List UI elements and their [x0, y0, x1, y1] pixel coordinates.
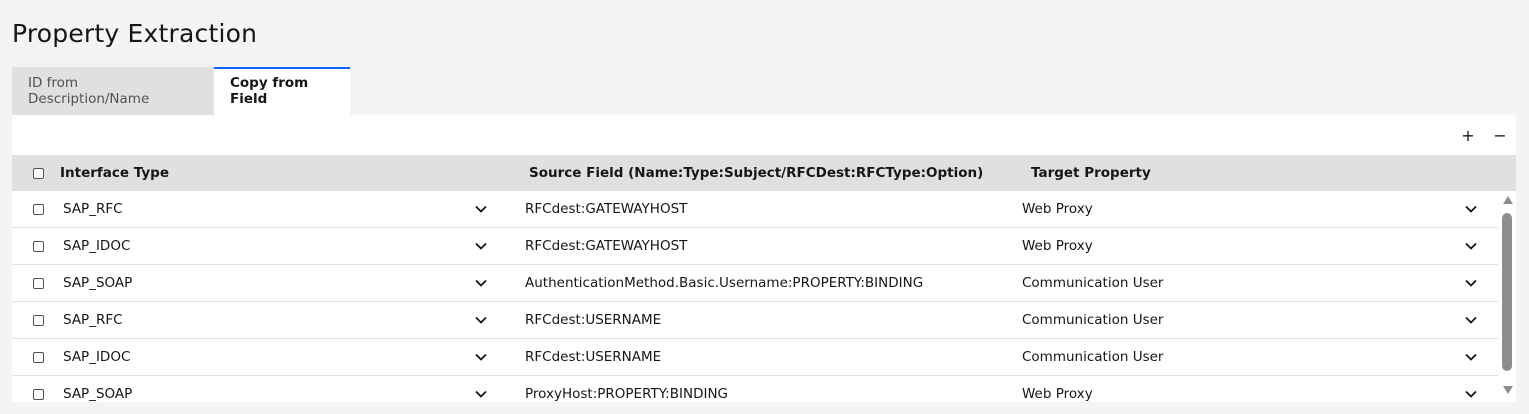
- source-field-input[interactable]: RFCdest:USERNAME: [525, 339, 661, 375]
- row-select-cell: [33, 265, 44, 301]
- row-select-cell: [33, 339, 44, 375]
- row-checkbox[interactable]: [33, 388, 44, 400]
- row-checkbox[interactable]: [33, 203, 44, 215]
- interface-type-value: SAP_IDOC: [63, 238, 131, 254]
- target-property-dropdown[interactable]: [1463, 265, 1479, 301]
- source-field-input[interactable]: RFCdest:USERNAME: [525, 302, 661, 338]
- chevron-down-icon: [473, 349, 489, 365]
- row-select-cell: [33, 191, 44, 227]
- caret-down-icon[interactable]: [1502, 385, 1514, 395]
- row-checkbox[interactable]: [33, 314, 44, 326]
- row-checkbox[interactable]: [33, 351, 44, 363]
- select-all-cell: [33, 155, 44, 191]
- target-property-dropdown[interactable]: [1463, 302, 1479, 338]
- table-header: Interface Type Source Field (Name:Type:S…: [12, 155, 1516, 191]
- interface-type-dropdown[interactable]: [473, 339, 489, 375]
- target-property-dropdown[interactable]: [1463, 376, 1479, 402]
- target-property-value: Web Proxy: [1022, 238, 1093, 254]
- source-field-input[interactable]: RFCdest:GATEWAYHOST: [525, 228, 687, 264]
- chevron-down-icon: [1463, 312, 1479, 328]
- interface-type-value: SAP_SOAP: [63, 386, 133, 402]
- remove-icon: −: [1493, 125, 1507, 145]
- row-checkbox[interactable]: [33, 240, 44, 252]
- table-panel: + − Interface Type Source Field (Name:Ty…: [12, 115, 1516, 402]
- interface-type-dropdown[interactable]: [473, 376, 489, 402]
- target-property-dropdown[interactable]: [1463, 228, 1479, 264]
- row-select-cell: [33, 376, 44, 402]
- row-select-cell: [33, 228, 44, 264]
- interface-type-value: SAP_SOAP: [63, 275, 133, 291]
- chevron-down-icon: [473, 386, 489, 402]
- chevron-down-icon: [473, 201, 489, 217]
- table-body: SAP_RFC RFCdest:GATEWAYHOST Web Proxy SA…: [12, 191, 1498, 402]
- table-row: SAP_SOAP ProxyHost:PROPERTY:BINDING Web …: [12, 376, 1498, 402]
- interface-type-dropdown[interactable]: [473, 191, 489, 227]
- target-property-dropdown[interactable]: [1463, 191, 1479, 227]
- caret-up-icon[interactable]: [1502, 195, 1514, 205]
- header-interface-type: Interface Type: [60, 165, 169, 181]
- header-target-property: Target Property: [1031, 165, 1151, 181]
- chevron-down-icon: [1463, 201, 1479, 217]
- scrollbar-thumb[interactable]: [1502, 213, 1512, 371]
- row-checkbox[interactable]: [33, 277, 44, 289]
- interface-type-dropdown[interactable]: [473, 228, 489, 264]
- interface-type-value: SAP_RFC: [63, 201, 123, 217]
- interface-type-dropdown[interactable]: [473, 265, 489, 301]
- source-field-input[interactable]: RFCdest:GATEWAYHOST: [525, 191, 687, 227]
- table-row: SAP_RFC RFCdest:USERNAME Communication U…: [12, 302, 1498, 339]
- table-row: SAP_SOAP AuthenticationMethod.Basic.User…: [12, 265, 1498, 302]
- tab-list: ID from Description/Name Copy from Field: [12, 67, 350, 115]
- chevron-down-icon: [473, 238, 489, 254]
- header-source-field: Source Field (Name:Type:Subject/RFCDest:…: [529, 165, 984, 181]
- page-title: Property Extraction: [12, 18, 258, 48]
- source-field-input[interactable]: ProxyHost:PROPERTY:BINDING: [525, 376, 728, 402]
- target-property-dropdown[interactable]: [1463, 339, 1479, 375]
- chevron-down-icon: [473, 312, 489, 328]
- target-property-value: Communication User: [1022, 312, 1164, 328]
- chevron-down-icon: [1463, 349, 1479, 365]
- source-field-input[interactable]: AuthenticationMethod.Basic.Username:PROP…: [525, 265, 923, 301]
- interface-type-value: SAP_IDOC: [63, 349, 131, 365]
- table-row: SAP_IDOC RFCdest:GATEWAYHOST Web Proxy: [12, 228, 1498, 265]
- table-row: SAP_RFC RFCdest:GATEWAYHOST Web Proxy: [12, 191, 1498, 228]
- interface-type-value: SAP_RFC: [63, 312, 123, 328]
- add-row-button[interactable]: +: [1452, 115, 1484, 155]
- row-select-cell: [33, 302, 44, 338]
- interface-type-dropdown[interactable]: [473, 302, 489, 338]
- target-property-value: Communication User: [1022, 275, 1164, 291]
- chevron-down-icon: [1463, 238, 1479, 254]
- tab-copy-from-field[interactable]: Copy from Field: [214, 67, 350, 115]
- chevron-down-icon: [1463, 275, 1479, 291]
- target-property-value: Web Proxy: [1022, 386, 1093, 402]
- chevron-down-icon: [1463, 386, 1479, 402]
- remove-row-button[interactable]: −: [1484, 115, 1516, 155]
- table-toolbar: + −: [1452, 115, 1516, 155]
- table-row: SAP_IDOC RFCdest:USERNAME Communication …: [12, 339, 1498, 376]
- chevron-down-icon: [473, 275, 489, 291]
- target-property-value: Web Proxy: [1022, 201, 1093, 217]
- tab-id-from-description[interactable]: ID from Description/Name: [12, 67, 214, 115]
- select-all-checkbox[interactable]: [33, 167, 44, 179]
- target-property-value: Communication User: [1022, 349, 1164, 365]
- add-icon: +: [1461, 125, 1475, 145]
- vertical-scrollbar[interactable]: [1500, 191, 1516, 402]
